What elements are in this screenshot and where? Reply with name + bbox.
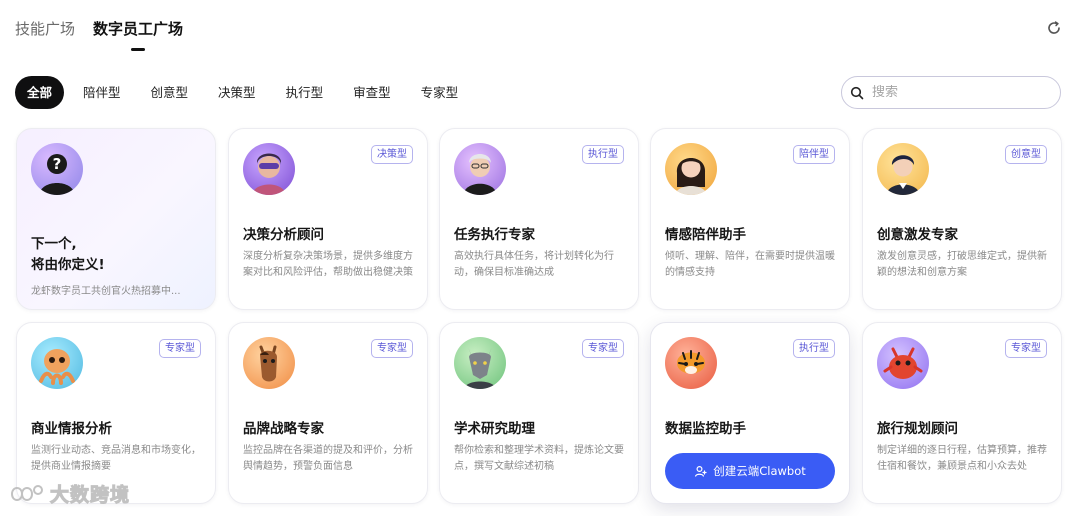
avatar <box>243 143 295 195</box>
employee-name: 品牌战略专家 <box>243 421 324 437</box>
employee-name: 情感陪伴助手 <box>665 227 746 243</box>
employee-description: 深度分析复杂决策场景，提供多维度方案对比和风险评估，帮助做出稳健决策 <box>243 251 413 278</box>
refresh-icon[interactable] <box>1046 20 1062 36</box>
employee-card[interactable]: 专家型 商业情报分析 监测行业动态、竞品消息和市场变化，提供商业情报摘要 <box>16 322 216 504</box>
type-badge: 专家型 <box>582 339 624 358</box>
search-box[interactable] <box>841 76 1061 109</box>
employee-card[interactable]: 专家型 学术研究助理 帮你检索和整理学术资料，提炼论文要点，撰写文献综述初稿 <box>439 322 639 504</box>
avatar <box>877 143 929 195</box>
type-badge: 专家型 <box>1005 339 1047 358</box>
type-badge: 执行型 <box>582 145 624 164</box>
create-clawbot-label: 创建云端Clawbot <box>713 464 806 478</box>
type-badge: 创意型 <box>1005 145 1047 164</box>
featured-title-line1: 下一个, <box>31 236 77 252</box>
filter-decision[interactable]: 决策型 <box>207 76 267 109</box>
employee-name: 旅行规划顾问 <box>877 421 958 437</box>
employee-card[interactable]: 陪伴型 情感陪伴助手 倾听、理解、陪伴，在需要时提供温暖的情感支持 <box>650 128 850 310</box>
avatar <box>243 337 295 389</box>
employee-name: 学术研究助理 <box>454 421 535 437</box>
card-featured[interactable]: ? 下一个, 将由你定义! 龙虾数字员工共创官火热招募中... <box>16 128 216 310</box>
add-user-icon <box>695 465 707 477</box>
type-badge: 决策型 <box>371 145 413 164</box>
watermark-text: 大数跨境 <box>49 484 131 507</box>
avatar <box>877 337 929 389</box>
type-badge: 专家型 <box>371 339 413 358</box>
employee-description: 帮你检索和整理学术资料，提炼论文要点，撰写文献综述初稿 <box>454 445 624 472</box>
employee-description: 监控品牌在各渠道的提及和评价，分析舆情趋势，预警负面信息 <box>243 445 413 472</box>
filter-expert[interactable]: 专家型 <box>410 76 470 109</box>
employee-card[interactable]: 创意型 创意激发专家 激发创意灵感，打破思维定式，提供新颖的想法和创意方案 <box>862 128 1062 310</box>
top-tabs: 技能广场 数字员工广场 <box>15 18 183 47</box>
employee-name: 商业情报分析 <box>31 421 112 437</box>
filter-execution[interactable]: 执行型 <box>275 76 335 109</box>
filter-bar: 全部 陪伴型 创意型 决策型 执行型 审查型 专家型 <box>15 76 469 109</box>
create-clawbot-button[interactable]: 创建云端Clawbot <box>665 453 835 489</box>
svg-text:?: ? <box>53 155 62 173</box>
avatar <box>665 337 717 389</box>
filter-creative[interactable]: 创意型 <box>140 76 200 109</box>
search-input[interactable] <box>872 85 1042 100</box>
employee-name: 数据监控助手 <box>665 421 746 437</box>
employee-description: 监测行业动态、竞品消息和市场变化，提供商业情报摘要 <box>31 445 201 472</box>
type-badge: 陪伴型 <box>793 145 835 164</box>
filter-companion[interactable]: 陪伴型 <box>72 76 132 109</box>
tab-digital-employee-plaza[interactable]: 数字员工广场 <box>93 18 183 47</box>
employee-description: 激发创意灵感，打破思维定式，提供新颖的想法和创意方案 <box>877 251 1047 278</box>
employee-card[interactable]: 执行型 数据监控助手 创建云端Clawbot <box>650 322 850 504</box>
avatar <box>454 143 506 195</box>
filter-all[interactable]: 全部 <box>15 76 65 109</box>
tab-skill-plaza[interactable]: 技能广场 <box>15 18 75 47</box>
avatar <box>31 337 83 389</box>
avatar: ? <box>31 143 83 195</box>
featured-subtitle: 龙虾数字员工共创官火热招募中... <box>31 286 181 297</box>
employee-name: 任务执行专家 <box>454 227 535 243</box>
featured-title: 下一个, 将由你定义! <box>31 234 211 276</box>
employee-description: 高效执行具体任务，将计划转化为行动，确保目标准确达成 <box>454 251 614 278</box>
avatar <box>454 337 506 389</box>
employee-card[interactable]: 专家型 品牌战略专家 监控品牌在各渠道的提及和评价，分析舆情趋势，预警负面信息 <box>228 322 428 504</box>
type-badge: 专家型 <box>159 339 201 358</box>
search-icon <box>850 86 864 99</box>
avatar <box>665 143 717 195</box>
featured-title-line2: 将由你定义! <box>31 257 105 273</box>
watermark-logo: 大数跨境 <box>8 480 130 507</box>
filter-review[interactable]: 审查型 <box>342 76 402 109</box>
employee-name: 决策分析顾问 <box>243 227 324 243</box>
employee-card[interactable]: 执行型 任务执行专家 高效执行具体任务，将计划转化为行动，确保目标准确达成 <box>439 128 639 310</box>
employee-description: 倾听、理解、陪伴，在需要时提供温暖的情感支持 <box>665 251 835 278</box>
watermark-icon <box>10 484 43 501</box>
employee-card[interactable]: 决策型 决策分析顾问 深度分析复杂决策场景，提供多维度方案对比和风险评估，帮助做… <box>228 128 428 310</box>
employee-card[interactable]: 专家型 旅行规划顾问 制定详细的逐日行程，估算预算，推荐住宿和餐饮，兼顾景点和小… <box>862 322 1062 504</box>
employee-name: 创意激发专家 <box>877 227 958 243</box>
type-badge: 执行型 <box>793 339 835 358</box>
employee-description: 制定详细的逐日行程，估算预算，推荐住宿和餐饮，兼顾景点和小众去处 <box>877 445 1047 472</box>
